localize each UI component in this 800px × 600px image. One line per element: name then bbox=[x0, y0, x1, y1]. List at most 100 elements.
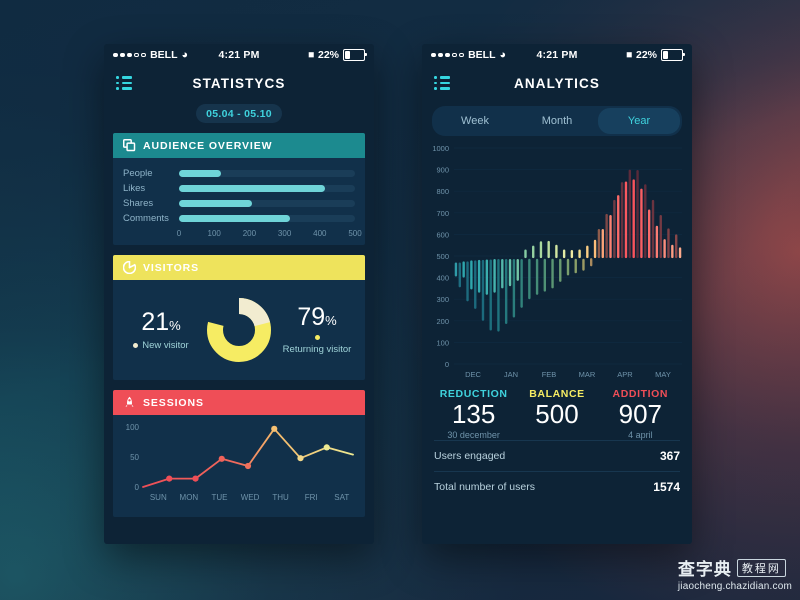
signal-strength-icon bbox=[113, 52, 147, 58]
battery-icon bbox=[343, 49, 367, 61]
layers-copy-icon bbox=[123, 139, 136, 152]
segment-year[interactable]: Year bbox=[598, 108, 680, 134]
chart-bar bbox=[644, 184, 647, 259]
battery-percent-label: 22% bbox=[317, 49, 339, 61]
watermark-cn-box: 教程网 bbox=[736, 558, 786, 577]
audience-row: People bbox=[123, 166, 355, 181]
sessions-data-point bbox=[192, 475, 199, 482]
clock-label: 4:21 PM bbox=[536, 49, 578, 61]
status-bar-right: BELL ◕ 4:21 PM ⏹ 22% bbox=[422, 44, 692, 66]
stat-reduction: REDUCTION 135 30 december bbox=[432, 388, 515, 440]
chart-bar bbox=[481, 259, 485, 321]
carrier-label: BELL bbox=[150, 49, 178, 61]
summary-row-value: 367 bbox=[659, 448, 680, 463]
navbar-right: ANALYTICS bbox=[422, 66, 692, 100]
stat-addition: ADDITION 907 4 april bbox=[599, 388, 682, 440]
chart-bar bbox=[589, 258, 593, 267]
audience-bars: People Likes Shares Comments 0 100 200 300 400 5… bbox=[113, 158, 365, 245]
chart-y-tick: 0 bbox=[445, 360, 449, 369]
pie-chart-icon bbox=[123, 261, 136, 274]
sessions-chart: 0 50 100 SUN MON TUE WED THU FRI SAT bbox=[113, 415, 365, 517]
chart-bar bbox=[578, 249, 581, 259]
chart-y-tick: 700 bbox=[436, 209, 449, 218]
audience-overview-title: AUDIENCE OVERVIEW bbox=[143, 139, 273, 152]
chart-y-tick: 500 bbox=[436, 252, 449, 261]
chart-bar bbox=[617, 195, 620, 259]
audience-bar-fill bbox=[179, 185, 326, 192]
page-title: STATISTYCS bbox=[192, 75, 286, 91]
stat-value: 907 bbox=[618, 399, 663, 429]
audience-bar-fill bbox=[179, 170, 221, 177]
sessions-data-point bbox=[166, 475, 173, 482]
audience-axis-tick: 300 bbox=[277, 229, 292, 238]
audience-axis-tick: 0 bbox=[176, 229, 182, 238]
signal-strength-icon bbox=[431, 52, 465, 58]
sessions-y-tick: 0 bbox=[135, 483, 140, 492]
audience-axis-tick: 200 bbox=[242, 229, 257, 238]
segment-week[interactable]: Week bbox=[434, 108, 516, 134]
chart-bar bbox=[485, 259, 489, 295]
audience-axis: 0 100 200 300 400 500 bbox=[176, 229, 362, 241]
chart-bar bbox=[470, 260, 473, 290]
percent-symbol: % bbox=[169, 317, 181, 333]
stat-value: 500 bbox=[535, 399, 579, 429]
chart-y-tick: 800 bbox=[436, 187, 449, 196]
chart-bar bbox=[489, 259, 492, 331]
date-range-pill[interactable]: 05.04 - 05.10 bbox=[196, 104, 282, 123]
chart-bar bbox=[512, 259, 516, 318]
chart-bar bbox=[466, 261, 469, 302]
sessions-day-labels: SUN MON TUE WED THU FRI SAT bbox=[143, 493, 357, 502]
analytics-bar-chart: 0 100 200 300 400 500 600 700 800 900 1000 DEC JAN FE… bbox=[428, 144, 686, 382]
chart-bar bbox=[493, 259, 496, 293]
segment-month[interactable]: Month bbox=[516, 108, 598, 134]
chart-bar bbox=[497, 259, 500, 332]
chart-y-tick: 100 bbox=[436, 338, 449, 347]
sessions-day-label: SUN bbox=[149, 493, 167, 502]
summary-list: Users engaged 367 Total number of users 157… bbox=[422, 439, 692, 502]
sessions-data-point bbox=[218, 455, 225, 462]
chart-bar bbox=[597, 229, 601, 259]
battery-icon bbox=[661, 49, 685, 61]
chart-bar bbox=[477, 259, 481, 293]
chart-y-tick: 1000 bbox=[432, 144, 449, 153]
sessions-day-label: THU bbox=[272, 493, 289, 502]
audience-row-label: Likes bbox=[123, 183, 146, 194]
bluetooth-icon: ⏹ bbox=[308, 48, 314, 61]
chart-bar bbox=[458, 262, 461, 288]
visitors-card: VISITORS 21% New visitor 79% Returning v… bbox=[113, 255, 365, 380]
chart-bar bbox=[640, 188, 643, 259]
sessions-y-tick: 50 bbox=[130, 453, 139, 462]
chart-bar bbox=[454, 262, 458, 277]
phone-analytics: BELL ◕ 4:21 PM ⏹ 22% ANALYTICS Week Month… bbox=[422, 44, 692, 544]
chart-bar bbox=[524, 249, 527, 259]
audience-bar-fill bbox=[179, 200, 253, 207]
chart-y-tick: 400 bbox=[436, 274, 449, 283]
wifi-icon: ◕ bbox=[181, 48, 189, 61]
chart-y-tick: 600 bbox=[436, 230, 449, 239]
chart-bar bbox=[566, 258, 570, 276]
audience-bar-track bbox=[179, 185, 355, 192]
clock-label: 4:21 PM bbox=[218, 49, 260, 61]
stat-balance: BALANCE 500 bbox=[515, 388, 598, 440]
wifi-icon: ◕ bbox=[499, 48, 507, 61]
chart-bar bbox=[539, 241, 543, 259]
navbar-left: STATISTYCS bbox=[104, 66, 374, 100]
chart-bar bbox=[655, 225, 659, 259]
audience-row-label: Comments bbox=[123, 213, 169, 224]
summary-row: Total number of users 1574 bbox=[434, 470, 680, 502]
chart-x-tick: DEC bbox=[465, 370, 481, 379]
sessions-data-point bbox=[297, 455, 304, 462]
period-segmented-control[interactable]: Week Month Year bbox=[432, 106, 682, 136]
chart-bar bbox=[613, 199, 616, 259]
chart-bar bbox=[628, 169, 632, 259]
chart-bar bbox=[678, 247, 682, 259]
chart-bar bbox=[659, 214, 662, 259]
chart-x-tick: APR bbox=[617, 370, 633, 379]
chart-x-tick: MAR bbox=[579, 370, 596, 379]
chart-y-tick: 300 bbox=[436, 295, 449, 304]
chart-bar bbox=[555, 244, 558, 259]
percent-symbol: % bbox=[325, 313, 337, 328]
chart-bar bbox=[620, 182, 624, 259]
summary-row: Users engaged 367 bbox=[434, 439, 680, 471]
chart-bar bbox=[474, 260, 477, 309]
